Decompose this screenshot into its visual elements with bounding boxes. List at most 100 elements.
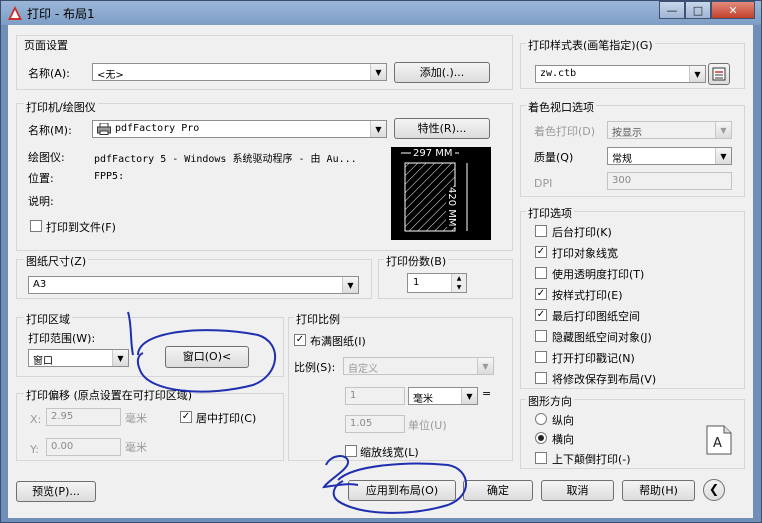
plot-option-checkbox[interactable]	[535, 225, 547, 237]
preview-button[interactable]: 预览(P)...	[16, 481, 96, 502]
add-page-setup-button[interactable]: 添加(.)...	[394, 62, 490, 83]
paper-size-select[interactable]: A3 ▼	[28, 276, 359, 294]
title-bar[interactable]: 打印 - 布局1 — □ ✕	[1, 1, 761, 25]
collapse-button[interactable]: ❮	[703, 479, 725, 501]
dpi-input[interactable]: 300	[607, 172, 732, 190]
scale-equals: =	[482, 387, 492, 400]
upside-down-label: 上下颠倒打印(-)	[552, 453, 631, 466]
copies-down-button[interactable]: ▼	[451, 283, 466, 292]
print-to-file-checkbox[interactable]	[30, 220, 42, 232]
copies-heading: 打印份数(B)	[384, 253, 449, 269]
chevron-left-icon: ❮	[708, 482, 720, 496]
ok-button[interactable]: 确定	[463, 480, 533, 501]
scale-unit-select[interactable]: 毫米 ▼	[408, 387, 478, 405]
edit-style-icon	[712, 67, 726, 81]
plot-option-label: 最后打印图纸空间	[552, 310, 640, 323]
plot-range-label: 打印范围(W):	[28, 332, 96, 345]
scale-label: 比例(S):	[294, 361, 336, 374]
page-setup-name-select[interactable]: <无> ▼	[92, 63, 387, 81]
plot-option-checkbox[interactable]: ✓	[535, 288, 547, 300]
plot-option-checkbox[interactable]: ✓	[535, 309, 547, 321]
plot-window-button[interactable]: 窗口(O)<	[165, 346, 249, 368]
print-dialog: 打印 - 布局1 — □ ✕ 页面设置 名称(A): <无> ▼ 添加(.)..…	[0, 0, 762, 523]
offset-x-label: X:	[30, 413, 42, 426]
scale-lineweights-checkbox[interactable]	[345, 445, 357, 457]
chevron-down-icon: ▼	[370, 64, 386, 80]
style-table-select[interactable]: zw.ctb ▼	[535, 65, 706, 83]
landscape-radio[interactable]	[535, 432, 547, 444]
offset-y-input[interactable]: 0.00	[46, 438, 121, 456]
shade-plot-value: 按显示	[612, 128, 642, 139]
paper-size-value: A3	[33, 279, 47, 290]
paper-height-label: 420 MM	[446, 187, 457, 227]
paper-preview: 297 MM 420 MM	[391, 147, 491, 240]
printer-name-select[interactable]: pdfFactory Pro ▼	[92, 120, 387, 138]
svg-text:A: A	[713, 436, 722, 451]
copies-up-button[interactable]: ▲	[451, 274, 466, 283]
location-value: FPP5:	[94, 171, 125, 182]
printer-properties-button[interactable]: 特性(R)...	[394, 118, 490, 139]
plot-area-heading: 打印区域	[24, 311, 72, 327]
plot-option-label: 打印对象线宽	[552, 247, 618, 260]
scale-unit2-label: 单位(U)	[408, 419, 447, 432]
printer-name-value: pdfFactory Pro	[115, 123, 200, 134]
scale-numerator-input[interactable]: 1	[345, 387, 405, 405]
close-button[interactable]: ✕	[711, 1, 755, 19]
center-plot-checkbox[interactable]: ✓	[180, 411, 192, 423]
upside-down-checkbox[interactable]	[535, 452, 547, 464]
plot-option-checkbox[interactable]: ✓	[535, 246, 547, 258]
plot-options-heading: 打印选项	[526, 205, 574, 221]
quality-label: 质量(Q)	[534, 151, 574, 164]
help-button[interactable]: 帮助(H)	[622, 480, 695, 501]
plot-option-label: 打开打印戳记(N)	[552, 352, 635, 365]
apply-to-layout-button[interactable]: 应用到布局(O)	[348, 480, 456, 501]
plot-option-checkbox[interactable]	[535, 330, 547, 342]
scale-denominator-input[interactable]: 1.05	[345, 415, 405, 433]
printer-name-label: 名称(M):	[28, 124, 72, 137]
plot-option-label: 使用透明度打印(T)	[552, 268, 645, 281]
edit-style-table-button[interactable]	[708, 63, 730, 85]
fit-to-paper-label: 布满图纸(I)	[310, 335, 366, 348]
orientation-preview-icon: A	[706, 425, 732, 455]
chevron-down-icon: ▼	[112, 350, 128, 366]
plot-range-value: 窗口	[33, 356, 53, 367]
shaded-viewport-heading: 着色视口选项	[526, 99, 596, 115]
plot-scale-heading: 打印比例	[294, 311, 342, 327]
style-table-heading: 打印样式表(画笔指定)(G)	[526, 37, 655, 53]
cancel-button[interactable]: 取消	[541, 480, 614, 501]
paper-preview-graphic	[401, 152, 468, 232]
plot-option-label: 按样式打印(E)	[552, 289, 623, 302]
plotter-value: pdfFactory 5 - Windows 系统驱动程序 - 由 Au...	[94, 154, 357, 165]
dpi-label: DPI	[534, 177, 553, 190]
plot-range-select[interactable]: 窗口 ▼	[28, 349, 129, 367]
scale-unit-value: 毫米	[413, 394, 433, 405]
printer-icon	[97, 123, 111, 135]
chevron-down-icon: ▼	[370, 121, 386, 137]
plot-option-label: 后台打印(K)	[552, 226, 612, 239]
landscape-label: 横向	[552, 433, 574, 446]
copies-stepper[interactable]: 1 ▲ ▼	[407, 273, 467, 293]
location-label: 位置:	[28, 172, 54, 185]
description-label: 说明:	[28, 195, 54, 208]
plot-option-checkbox[interactable]	[535, 372, 547, 384]
shade-plot-select[interactable]: 按显示 ▼	[607, 121, 732, 139]
portrait-radio[interactable]	[535, 413, 547, 425]
portrait-label: 纵向	[552, 414, 574, 427]
quality-value: 常规	[612, 154, 632, 165]
paper-width-label: 297 MM	[411, 148, 455, 159]
print-to-file-label: 打印到文件(F)	[46, 221, 116, 234]
orientation-heading: 图形方向	[526, 393, 574, 409]
plot-option-label: 隐藏图纸空间对象(J)	[552, 331, 652, 344]
offset-x-input[interactable]: 2.95	[46, 408, 121, 426]
plot-option-checkbox[interactable]	[535, 267, 547, 279]
quality-select[interactable]: 常规 ▼	[607, 147, 732, 165]
minimize-button[interactable]: —	[659, 1, 685, 19]
window-title: 打印 - 布局1	[27, 7, 95, 21]
plot-offset-heading: 打印偏移 (原点设置在可打印区域)	[24, 387, 195, 403]
paper-size-heading: 图纸尺寸(Z)	[24, 253, 89, 269]
scale-select[interactable]: 自定义 ▼	[343, 357, 494, 375]
maximize-button[interactable]: □	[685, 1, 711, 19]
plot-option-checkbox[interactable]	[535, 351, 547, 363]
fit-to-paper-checkbox[interactable]: ✓	[294, 334, 306, 346]
dialog-client: 页面设置 名称(A): <无> ▼ 添加(.)... 打印机/绘图仪 名称(M)…	[8, 25, 753, 518]
